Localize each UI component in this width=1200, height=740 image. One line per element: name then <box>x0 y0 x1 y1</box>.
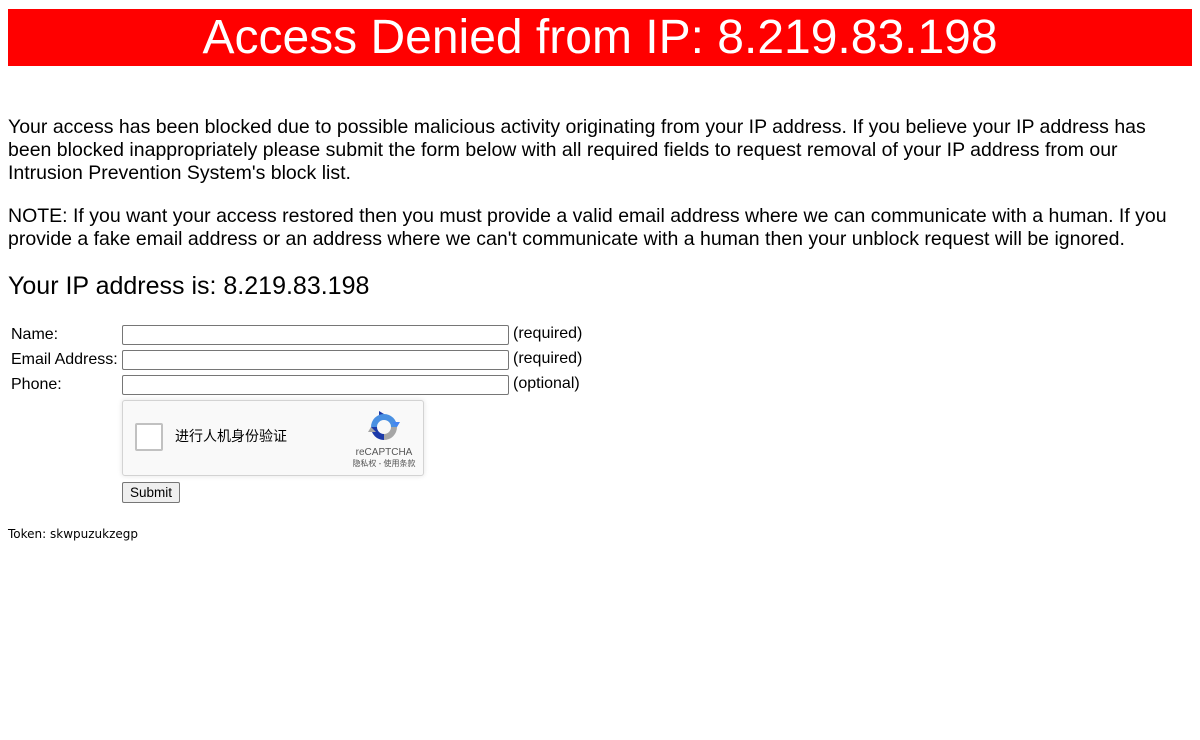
phone-input[interactable] <box>122 375 509 395</box>
email-label: Email Address: <box>11 351 118 368</box>
page-title: Access Denied from IP: 8.219.83.198 <box>202 11 998 64</box>
block-explanation-text: Your access has been blocked due to poss… <box>8 116 1146 184</box>
recaptcha-logo-icon <box>368 411 400 440</box>
token-text: Token: skwpuzukzegp <box>8 527 139 541</box>
page-title-banner: Access Denied from IP: 8.219.83.198 <box>8 9 1192 66</box>
name-label: Name: <box>11 326 59 343</box>
email-input[interactable] <box>122 350 509 370</box>
phone-optional-hint: (optional) <box>513 375 580 392</box>
recaptcha-widget: 进行人机身份验证 reCAPTCHA 隐私权 - 使用条款 <box>122 400 424 476</box>
submit-button[interactable]: Submit <box>122 482 181 503</box>
recaptcha-checkbox[interactable] <box>135 423 163 451</box>
email-required-hint: (required) <box>513 350 583 367</box>
note-text: NOTE: If you want your access restored t… <box>8 205 1167 250</box>
ip-address-heading: Your IP address is: 8.219.83.198 <box>8 272 370 300</box>
phone-label: Phone: <box>11 376 62 393</box>
name-required-hint: (required) <box>513 325 583 342</box>
name-input[interactable] <box>122 325 509 345</box>
recaptcha-privacy-terms-links[interactable]: 隐私权 - 使用条款 <box>345 459 423 469</box>
recaptcha-label: 进行人机身份验证 <box>175 429 287 445</box>
recaptcha-brand: reCAPTCHA <box>355 447 413 458</box>
